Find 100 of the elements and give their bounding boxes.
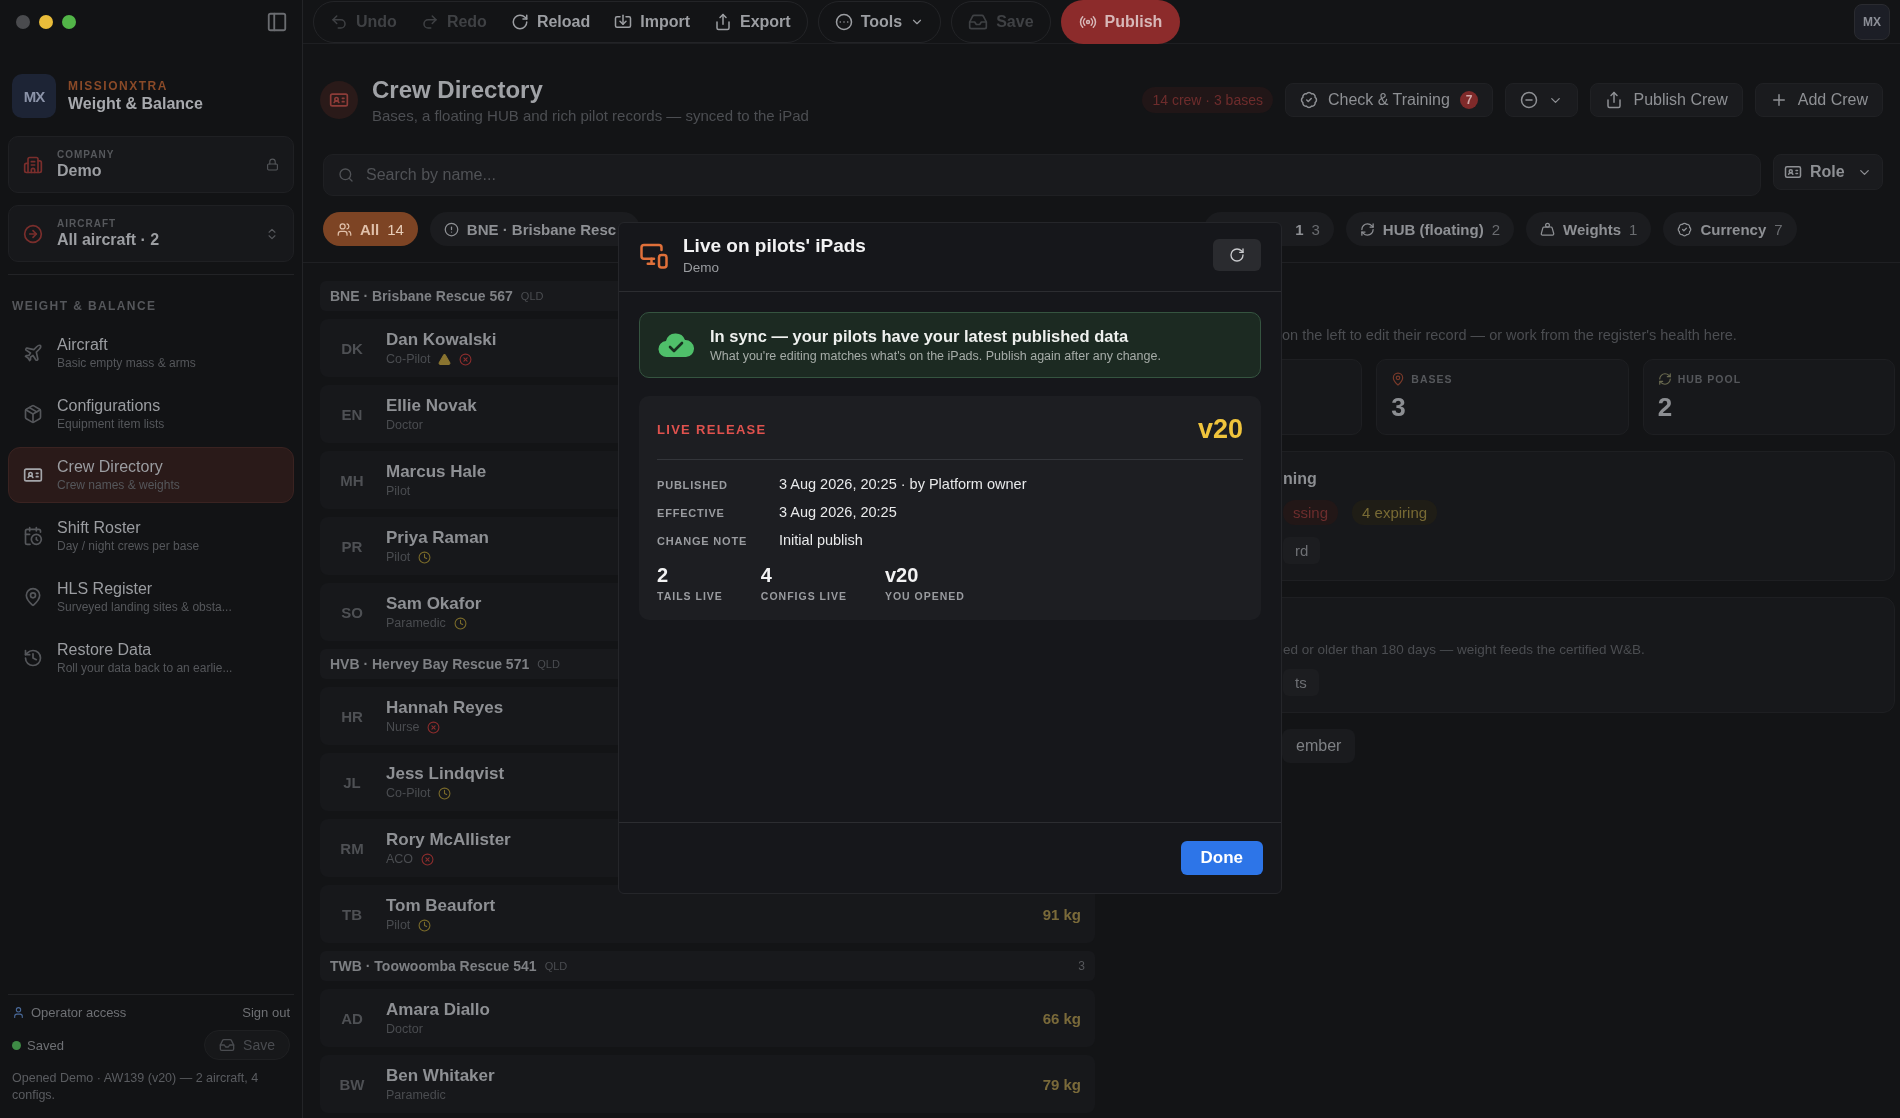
- crew-name: Marcus Hale: [386, 462, 487, 482]
- crew-initials: AD: [340, 1009, 364, 1027]
- nav-subtitle: Crew names & weights: [57, 478, 180, 492]
- more-button[interactable]: [1505, 83, 1579, 117]
- count-badge: 7: [1459, 91, 1479, 109]
- crew-initials: BW: [338, 1075, 366, 1093]
- dialog-subtitle: Demo: [683, 260, 720, 275]
- people-icon: [337, 221, 352, 237]
- alert-icon: [443, 221, 459, 237]
- nav-item[interactable]: Shift Roster Day / night crews per base: [8, 508, 294, 564]
- import-button[interactable]: Import: [604, 6, 700, 37]
- nav-item[interactable]: Configurations Equipment item lists: [8, 386, 294, 442]
- refresh-icon: [1359, 221, 1375, 237]
- crew-name: Jess Lindqvist: [386, 764, 505, 784]
- add-crew-button[interactable]: Add Crew: [1754, 83, 1883, 117]
- sidebar-toggle-icon[interactable]: [266, 11, 288, 33]
- tray-icon: [219, 1037, 236, 1054]
- crew-initials: TB: [341, 905, 363, 923]
- aircraft-picker[interactable]: AIRCRAFT All aircraft · 2: [8, 205, 294, 262]
- filter-chip[interactable]: All 14: [323, 212, 418, 246]
- group-name: BNE · Brisbane Rescue 567: [330, 288, 513, 304]
- crew-name: Dan Kowalski: [386, 330, 497, 350]
- app-logo: MX: [12, 74, 56, 118]
- filter-chip[interactable]: BNE · Brisbane Resc: [429, 212, 640, 246]
- nav-subtitle: Basic empty mass & arms: [57, 356, 196, 370]
- search-field[interactable]: Search by name...: [364, 165, 1746, 185]
- release-label: LIVE RELEASE: [657, 422, 767, 437]
- page-subtitle: Bases, a floating HUB and rich pilot records — synced to the iPad: [372, 107, 809, 124]
- minus-circle-icon: [1520, 91, 1539, 109]
- filter-chip[interactable]: Weights 1: [1526, 212, 1652, 246]
- check-training-button[interactable]: Check & Training 7: [1284, 83, 1494, 117]
- status-badge: ssing: [1283, 500, 1339, 525]
- nav-title: Restore Data: [57, 641, 153, 659]
- stat-label: CONFIGS LIVE: [760, 590, 847, 602]
- crew-initials: JL: [342, 773, 362, 791]
- card-button[interactable]: ts: [1283, 669, 1319, 696]
- zoom-window-icon[interactable]: [62, 15, 76, 29]
- reload-button[interactable]: Reload: [500, 6, 601, 37]
- publish-button[interactable]: Publish: [1060, 0, 1181, 44]
- picker-value: Demo: [57, 162, 103, 180]
- summary-badge: 14 crew · 3 bases: [1142, 87, 1273, 113]
- history-icon: [23, 648, 43, 668]
- crew-name: Amara Diallo: [386, 1000, 490, 1020]
- picker-label: COMPANY: [57, 149, 116, 160]
- share-icon: [1605, 91, 1624, 109]
- group-name: TWB · Toowoomba Rescue 541: [330, 958, 537, 974]
- crew-initials: EN: [340, 405, 364, 423]
- done-button[interactable]: Done: [1180, 841, 1263, 875]
- map-pin-icon: [1391, 372, 1406, 386]
- sign-out-link[interactable]: Sign out: [242, 1005, 290, 1021]
- package-icon: [23, 404, 43, 424]
- calendar-icon: [23, 526, 43, 546]
- field-value: 3 Aug 2026, 20:25: [779, 504, 898, 520]
- stat-value: 2: [657, 564, 670, 587]
- field-label: EFFECTIVE: [657, 507, 726, 519]
- id-card-icon: [1784, 163, 1802, 181]
- access-label: Operator access: [12, 1005, 127, 1021]
- nav-item[interactable]: HLS Register Surveyed landing sites & obsta...: [8, 569, 294, 625]
- stat-label: HUB POOL: [1677, 373, 1742, 385]
- nav-item[interactable]: Crew Directory Crew names & weights: [8, 447, 294, 503]
- card-button[interactable]: rd: [1283, 537, 1321, 564]
- intro-text: on the left to edit their record — or work from the register's health here.: [1282, 327, 1737, 343]
- import-icon: [614, 12, 633, 31]
- user-avatar[interactable]: MX: [1854, 3, 1890, 40]
- add-member-button[interactable]: ember: [1282, 729, 1356, 763]
- release-version: v20: [1197, 414, 1243, 445]
- field-label: CHANGE NOTE: [657, 535, 749, 547]
- export-button[interactable]: Export: [704, 6, 801, 37]
- crew-name: Ben Whitaker: [386, 1066, 495, 1086]
- nav-title: Configurations: [57, 397, 162, 415]
- search-box[interactable]: Search by name...: [323, 154, 1761, 196]
- minimize-window-icon[interactable]: [39, 15, 53, 29]
- id-card-icon: [23, 465, 43, 485]
- publish-crew-button[interactable]: Publish Crew: [1590, 83, 1743, 117]
- map-pin-icon: [23, 587, 43, 607]
- undo-icon: [330, 12, 348, 31]
- refresh-button[interactable]: [1213, 239, 1261, 271]
- filter-chip[interactable]: Currency 7: [1663, 212, 1797, 246]
- badge-check-icon: [1299, 91, 1318, 109]
- crew-name: Priya Raman: [386, 528, 489, 548]
- sync-text: What you're editing matches what's on the iPads. Publish again after any change.: [710, 349, 1161, 363]
- stat-value: 2: [1657, 392, 1674, 423]
- stat-value: v20: [884, 564, 920, 587]
- dialog-title: Live on pilots' iPads: [683, 235, 866, 257]
- crew-name: Hannah Reyes: [386, 698, 504, 718]
- field-label: PUBLISHED: [657, 479, 729, 491]
- field-value: Initial publish: [779, 532, 864, 548]
- status-note: Opened Demo · AW139 (v20) — 2 aircraft, 4 configs.: [12, 1070, 260, 1104]
- company-picker[interactable]: COMPANY Demo: [8, 136, 294, 193]
- lock-icon: [266, 158, 279, 171]
- crew-initials: DK: [340, 339, 364, 357]
- filter-chip[interactable]: HUB (floating) 2: [1345, 212, 1514, 246]
- nav-item[interactable]: Restore Data Roll your data back to an earlie...: [8, 630, 294, 686]
- crew-initials: HR: [340, 707, 364, 725]
- cloud-check-icon: [658, 332, 694, 358]
- nav-item[interactable]: Aircraft Basic empty mass & arms: [8, 325, 294, 381]
- crew-name: Ellie Novak: [386, 396, 477, 416]
- crew-weight: 66 kg: [1042, 1009, 1081, 1027]
- plane-icon: [23, 343, 43, 363]
- role-filter[interactable]: Role: [1773, 154, 1883, 190]
